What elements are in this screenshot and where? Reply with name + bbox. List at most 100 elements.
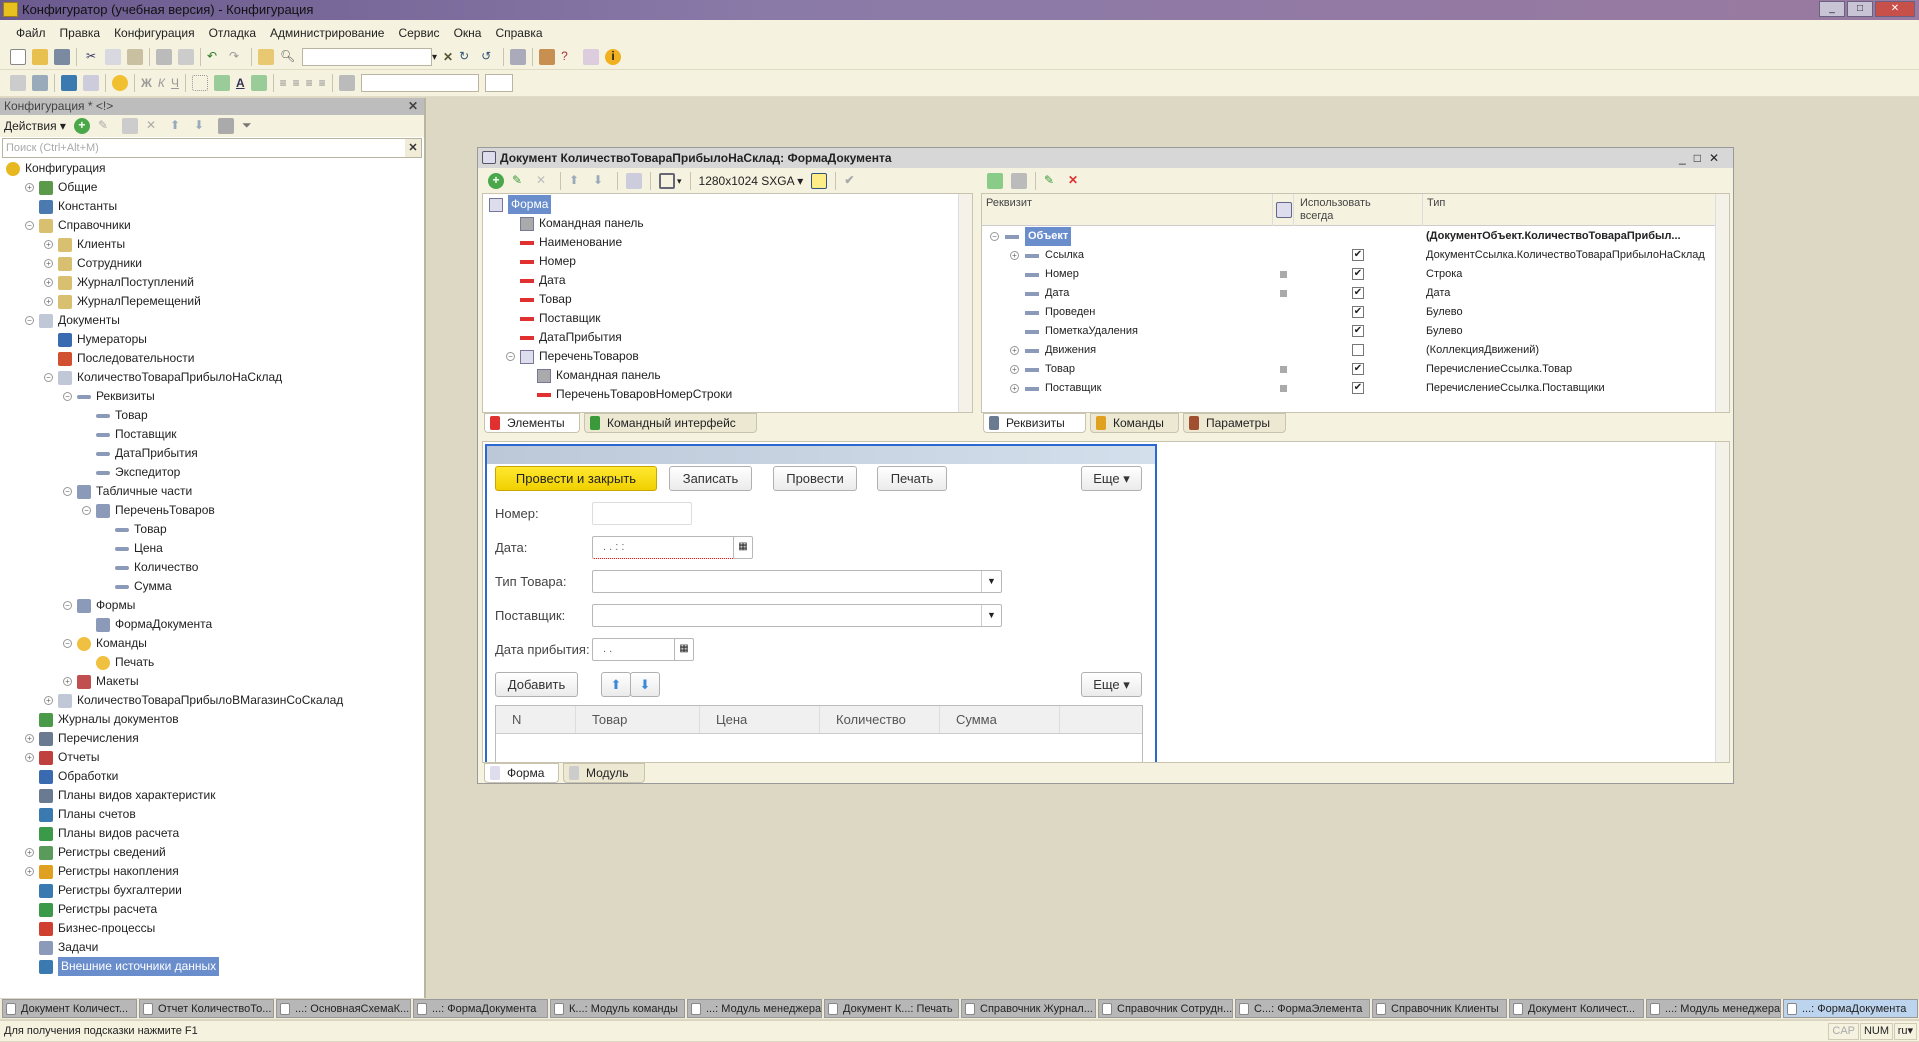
collapse-icon[interactable]: − [63,601,72,610]
delete-attribute-icon[interactable]: ✕ [1068,173,1084,189]
syntax-helper-icon[interactable] [583,49,600,65]
windows-icon[interactable] [510,49,527,65]
expand-icon[interactable]: + [44,259,53,268]
use-always-checkbox[interactable]: ✔ [1352,363,1364,375]
collapse-icon[interactable]: − [44,373,53,382]
tree-item[interactable]: −ДатаПрибытия [82,444,198,463]
bold-icon[interactable]: Ж [141,76,152,90]
taskbar-window-button[interactable]: Документ К...: Печать [824,999,959,1018]
tree-item[interactable]: −Печать [82,653,154,672]
close-window-button[interactable]: ✕ [1709,151,1727,165]
tree-item[interactable]: −Товар [101,520,167,539]
taskbar-window-button[interactable]: ...: ОсновнаяСхемаК... [276,999,411,1018]
save-icon[interactable] [54,49,70,65]
copy-icon[interactable] [105,49,121,65]
fill-color-icon[interactable] [213,75,230,91]
calendar-icon[interactable]: ▦ [733,536,753,559]
tree-item[interactable]: − Реквизиты [63,387,155,406]
element-item[interactable]: Поставщик [506,309,601,328]
attribute-row[interactable]: + Товар ✔ ПеречислениеСсылка.Товар [982,360,1716,379]
size-input[interactable] [484,74,513,92]
tree-item[interactable]: −Экспедитор [82,463,180,482]
taskbar-window-button[interactable]: Справочник Клиенты [1372,999,1507,1018]
move-row-down-button[interactable]: ⬇ [630,672,660,697]
font-input[interactable] [360,74,479,92]
arrival-calendar-icon[interactable]: ▦ [674,638,694,661]
tree-item[interactable]: −Планы счетов [25,805,136,824]
borders-icon[interactable] [191,75,208,91]
expand-icon[interactable]: + [25,183,34,192]
expand-icon[interactable]: + [63,677,72,686]
redo-icon[interactable]: ↷ [229,49,245,65]
merge-icon[interactable] [338,75,355,91]
tab-module[interactable]: Модуль [563,763,645,783]
element-item[interactable]: Номер [506,252,576,271]
tree-item[interactable]: −Сумма [101,577,172,596]
maximize-button[interactable]: □ [1847,1,1873,17]
menu-item[interactable]: Окна [454,26,482,40]
collapse-icon[interactable]: − [25,221,34,230]
tree-item[interactable]: + КоличествоТовараПрибылоВМагазинСоСкалад [44,691,343,710]
cut-icon[interactable]: ✂ [83,49,99,65]
align-right-icon[interactable]: ≡ [306,76,313,90]
search-input[interactable]: Поиск (Ctrl+Alt+M) ✕ [2,138,422,158]
add-row-button[interactable]: Добавить [495,672,578,697]
write-button[interactable]: Записать [669,466,752,491]
tree-item[interactable]: −ФормаДокумента [82,615,212,634]
tree-item[interactable]: −Цена [101,539,163,558]
taskbar-window-button[interactable]: Справочник Сотрудн... [1098,999,1233,1018]
close-panel-icon[interactable]: ✕ [408,98,418,115]
new-icon[interactable] [10,49,26,65]
tree-item[interactable]: −Внешние источники данных [25,957,220,976]
language-indicator[interactable]: ru▾ [1893,1023,1917,1040]
collapse-icon[interactable]: − [990,232,999,241]
date-field[interactable]: . . : : [592,536,752,559]
column-header[interactable]: N [496,706,576,733]
column-header[interactable]: Товар [576,706,700,733]
expand-icon[interactable]: + [44,297,53,306]
tree-item[interactable]: − КоличествоТовараПрибылоНаСклад [44,368,282,387]
menu-item[interactable]: Правка [60,26,101,40]
filter-icon[interactable]: ⏷ [242,118,258,134]
config-window-icon[interactable] [10,75,26,91]
tab-attributes[interactable]: Реквизиты [983,413,1086,433]
print-button[interactable]: Печать [877,466,947,491]
clear-search-icon[interactable]: ✕ [443,50,453,64]
taskbar-window-button[interactable]: К...: Модуль команды [550,999,685,1018]
column-header[interactable]: Сумма [940,706,1060,733]
expand-icon[interactable]: + [25,867,34,876]
product-type-select[interactable]: ▼ [592,570,1002,593]
collapse-icon[interactable]: − [63,639,72,648]
update-config-icon[interactable] [32,75,48,91]
info-icon[interactable]: i [605,49,622,65]
expand-icon[interactable]: + [25,848,34,857]
tree-item[interactable]: + Макеты [63,672,139,691]
tree-item[interactable]: − Команды [63,634,147,653]
tree-item[interactable]: + Регистры сведений [25,843,166,862]
expand-icon[interactable]: + [44,278,53,287]
taskbar-window-button[interactable]: ...: Модуль менеджера [1646,999,1781,1018]
element-item[interactable]: Наименование [506,233,622,252]
attribute-row[interactable]: −Проведен✔Булево [982,303,1716,322]
move-down-icon[interactable]: ⬇ [194,118,210,134]
italic-icon[interactable]: К [158,76,165,90]
tree-item[interactable]: −Количество [101,558,198,577]
taskbar-window-button[interactable]: Отчет КоличествоТо... [139,999,274,1018]
wizard-icon[interactable] [539,49,556,65]
expand-icon[interactable]: + [44,696,53,705]
underline-icon[interactable]: Ч [171,76,179,90]
actions-menu[interactable]: Действия ▾ [4,119,66,133]
tree-item[interactable]: −Задачи [25,938,98,957]
tree-item[interactable]: −Товар [82,406,148,425]
element-item[interactable]: − ПереченьТоваров [506,347,639,366]
tree-item[interactable]: + Общие [25,178,97,197]
find-prev-icon[interactable]: ↺ [481,49,497,65]
header-type[interactable]: Тип [1422,194,1449,226]
search-dropdown-icon[interactable]: ▾ [432,52,437,63]
move-up-icon[interactable]: ⬆ [170,118,186,134]
collapse-icon[interactable]: − [63,487,72,496]
tree-item[interactable]: −Планы видов характеристик [25,786,215,805]
justify-icon[interactable]: ≡ [319,76,326,90]
highlight-icon[interactable] [250,75,267,91]
use-always-checkbox[interactable]: ✔ [1352,268,1364,280]
